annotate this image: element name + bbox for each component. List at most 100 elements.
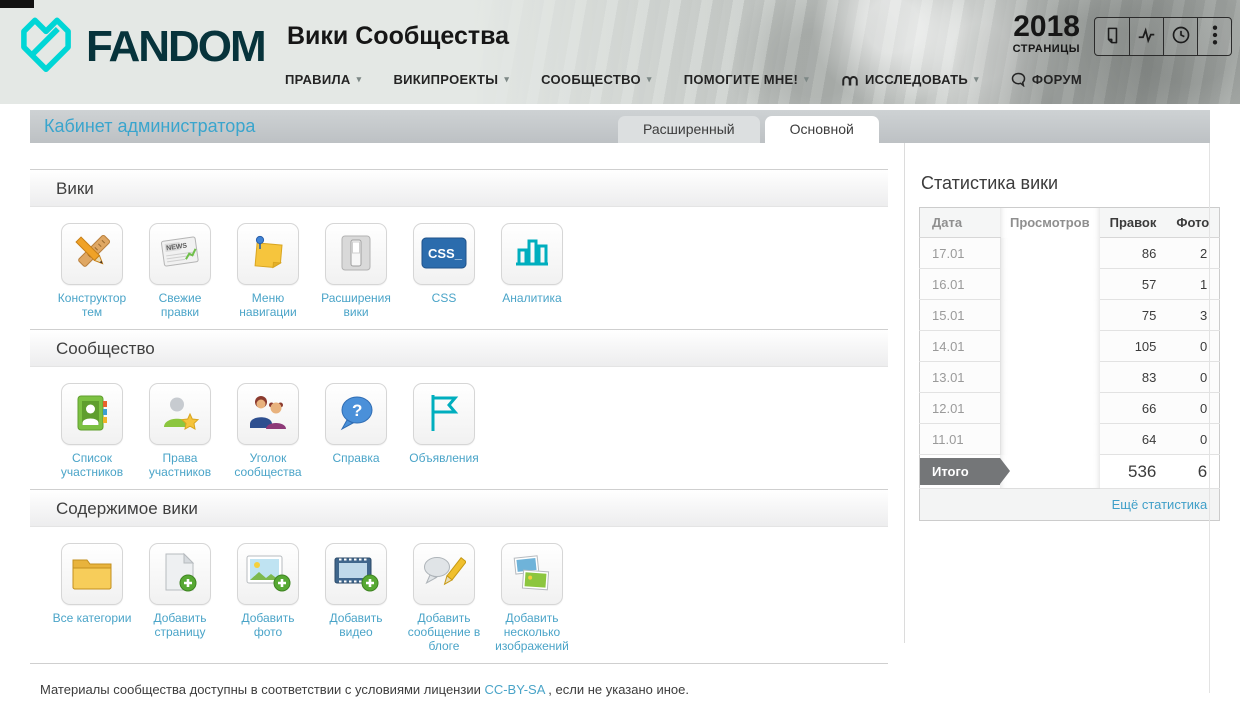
tile-button-добавить-фото[interactable]	[237, 543, 299, 605]
nav-item-форум[interactable]: ФОРУМ	[1011, 72, 1082, 87]
tile-button-добавить-страницу[interactable]	[149, 543, 211, 605]
tile-button-конструктор-тем[interactable]	[61, 223, 123, 285]
tile-расширения-вики[interactable]: Расширения вики	[312, 223, 400, 319]
nav-item-исследовать[interactable]: ИССЛЕДОВАТЬ ▾	[841, 72, 979, 87]
tile-label[interactable]: Свежие правки	[136, 291, 224, 319]
tile-добавить-несколько-изображений[interactable]: Добавить несколько изображений	[488, 543, 576, 653]
nav-item-label: ВИКИПРОЕКТЫ	[393, 72, 499, 87]
top-nav: ПРАВИЛА ▾ ВИКИПРОЕКТЫ ▾ СООБЩЕСТВО ▾ ПОМОГИТЕ …	[285, 72, 1082, 87]
license-link[interactable]: CC-BY-SA	[484, 682, 544, 697]
activity-button[interactable]	[1129, 18, 1163, 55]
tile-button-список-участников[interactable]	[61, 383, 123, 445]
tile-button-меню-навигации[interactable]	[237, 223, 299, 285]
tile-аналитика[interactable]: Аналитика	[488, 223, 576, 319]
stats-row: 14.01 105 0	[919, 330, 1220, 362]
total-badge: Итого	[920, 458, 1010, 485]
tile-меню-навигации[interactable]: Меню навигации	[224, 223, 312, 319]
tile-label[interactable]: CSS	[400, 291, 488, 305]
tile-label[interactable]: Меню навигации	[224, 291, 312, 319]
stats-cell-photos: 3	[1166, 299, 1220, 331]
tile-добавить-страницу[interactable]: Добавить страницу	[136, 543, 224, 653]
navigation-menu-icon	[247, 232, 289, 277]
tile-label[interactable]: Объявления	[400, 451, 488, 465]
tile-label[interactable]: Права участников	[136, 451, 224, 479]
tile-button-css[interactable]: CSS_	[413, 223, 475, 285]
tile-права-участников[interactable]: Права участников	[136, 383, 224, 479]
tile-добавить-фото[interactable]: Добавить фото	[224, 543, 312, 653]
tile-label[interactable]: Добавить фото	[224, 611, 312, 639]
clock-button[interactable]	[1163, 18, 1197, 55]
stats-cell-views	[1000, 237, 1100, 269]
tile-label[interactable]: Добавить несколько изображений	[488, 611, 576, 653]
tile-все-категории[interactable]: Все категории	[48, 543, 136, 653]
wiki-title[interactable]: Вики Сообщества	[287, 22, 509, 51]
stats-body: 17.01 86 2 16.01 57 1 15.01 75 3 14.01 105 0 13.01 83…	[919, 237, 1220, 489]
tile-button-уголок-сообщества[interactable]	[237, 383, 299, 445]
tile-button-все-категории[interactable]	[61, 543, 123, 605]
page-title: Кабинет администратора	[44, 116, 256, 136]
wiki-features-icon	[337, 234, 375, 275]
tile-label[interactable]: Расширения вики	[312, 291, 400, 319]
page-counter: 2018 СТРАНИЦЫ	[1012, 10, 1080, 56]
tile-button-добавить-видео[interactable]	[325, 543, 387, 605]
tile-label[interactable]: Добавить сообщение в блоге	[400, 611, 488, 653]
stats-col-header-date: Дата	[919, 207, 1000, 238]
tile-button-объявления[interactable]	[413, 383, 475, 445]
tile-button-свежие-правки[interactable]: NEWS	[149, 223, 211, 285]
nav-item-сообщество[interactable]: СООБЩЕСТВО ▾	[541, 72, 652, 87]
nav-item-помогите-мне[interactable]: ПОМОГИТЕ МНЕ! ▾	[684, 72, 809, 87]
stats-cell-date: 12.01	[919, 392, 1001, 424]
announcements-icon	[426, 393, 462, 436]
stats-cell-edits: 83	[1099, 361, 1167, 393]
tile-label[interactable]: Список участников	[48, 451, 136, 479]
tile-объявления[interactable]: Объявления	[400, 383, 488, 479]
nav-item-правила[interactable]: ПРАВИЛА ▾	[285, 72, 361, 87]
add-page-icon	[160, 552, 200, 597]
stats-cell-views	[1000, 392, 1100, 424]
tile-css[interactable]: CSS_ CSS	[400, 223, 488, 319]
stats-cell-edits: 57	[1099, 268, 1167, 300]
speech-bubble-icon	[1011, 72, 1026, 87]
page-button[interactable]	[1095, 18, 1129, 55]
page-count-label: СТРАНИЦЫ	[1012, 43, 1080, 55]
tile-label[interactable]: Конструктор тем	[48, 291, 136, 319]
tile-список-участников[interactable]: Список участников	[48, 383, 136, 479]
stats-sidebar: Статистика вики Дата Просмотров Правок Фото…	[919, 143, 1221, 521]
tile-button-добавить-сообщение-в-блоге[interactable]	[413, 543, 475, 605]
tile-label[interactable]: Справка	[312, 451, 400, 465]
tiles: Список участников Права участников Уголок …	[30, 367, 888, 489]
kebab-menu-button[interactable]	[1197, 18, 1231, 55]
tile-конструктор-тем[interactable]: Конструктор тем	[48, 223, 136, 319]
license-text-after: , если не указано иное.	[544, 682, 689, 697]
tile-label[interactable]: Добавить видео	[312, 611, 400, 639]
tile-button-справка[interactable]: ?	[325, 383, 387, 445]
stats-cell-views	[1000, 423, 1100, 455]
header-toolbar	[1094, 17, 1232, 56]
tile-добавить-видео[interactable]: Добавить видео	[312, 543, 400, 653]
tile-свежие-правки[interactable]: NEWS Свежие правки	[136, 223, 224, 319]
content-divider	[904, 143, 905, 643]
tile-label[interactable]: Уголок сообщества	[224, 451, 312, 479]
tile-button-добавить-несколько-изображений[interactable]	[501, 543, 563, 605]
tile-label[interactable]: Все категории	[48, 611, 136, 625]
tile-button-права-участников[interactable]	[149, 383, 211, 445]
stats-row: 17.01 86 2	[919, 237, 1220, 269]
tile-справка[interactable]: ? Справка	[312, 383, 400, 479]
tile-button-аналитика[interactable]	[501, 223, 563, 285]
chevron-down-icon: ▾	[356, 74, 362, 84]
stats-total-label-cell: Итого	[919, 454, 1010, 489]
tab-основной[interactable]: Основной	[764, 116, 879, 143]
tab-расширенный[interactable]: Расширенный	[618, 116, 760, 143]
page-count-value: 2018	[1013, 10, 1080, 43]
section-title: Сообщество	[30, 330, 888, 367]
tile-добавить-сообщение-в-блоге[interactable]: Добавить сообщение в блоге	[400, 543, 488, 653]
tile-label[interactable]: Аналитика	[488, 291, 576, 305]
fandom-logo[interactable]: FANDOM	[16, 12, 267, 81]
nav-item-википроекты[interactable]: ВИКИПРОЕКТЫ ▾	[393, 72, 509, 87]
content: Вики Конструктор тем NEWS Свежие правки Меню…	[0, 143, 1240, 697]
tile-уголок-сообщества[interactable]: Уголок сообщества	[224, 383, 312, 479]
tile-label[interactable]: Добавить страницу	[136, 611, 224, 639]
tile-button-расширения-вики[interactable]	[325, 223, 387, 285]
more-stats-link[interactable]: Ещё статистика	[1112, 497, 1208, 512]
stats-total-views	[1000, 454, 1100, 489]
